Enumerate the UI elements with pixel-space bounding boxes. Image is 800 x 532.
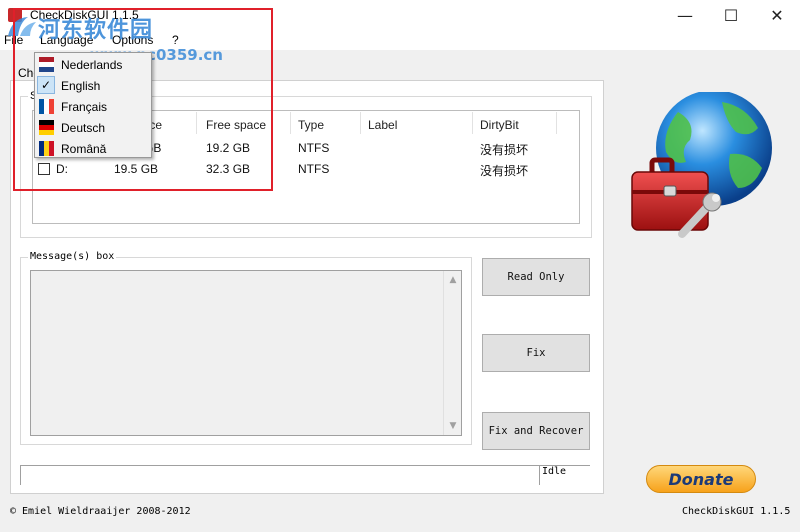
drive-dirtybit-cell: 没有损坏	[480, 143, 529, 157]
progress-bar	[20, 465, 540, 485]
column-header-type[interactable]: Type	[298, 118, 324, 132]
drive-dirtybit-cell: 没有损坏	[480, 164, 529, 178]
drive-type-cell: NTFS	[298, 162, 330, 176]
donate-button[interactable]: Donate	[646, 465, 756, 493]
fix-and-recover-button[interactable]: Fix and Recover	[482, 412, 590, 450]
scroll-down-icon[interactable]: ▼	[444, 421, 462, 431]
minimize-button[interactable]: —	[662, 0, 708, 30]
annotation-highlight-box	[13, 8, 273, 191]
maximize-button[interactable]: ☐	[708, 0, 754, 30]
drive-type-cell: NTFS	[298, 141, 330, 155]
status-text: Idle	[542, 466, 567, 477]
minimize-icon: —	[677, 5, 693, 25]
fix-button[interactable]: Fix	[482, 334, 590, 372]
column-separator	[556, 112, 557, 134]
maximize-icon: ☐	[723, 5, 739, 25]
version-text: CheckDiskGUI 1.1.5	[682, 506, 791, 517]
message-scrollbar[interactable]: ▲ ▼	[443, 271, 461, 435]
read-only-button[interactable]: Read Only	[482, 258, 590, 296]
column-separator	[290, 112, 291, 134]
scroll-up-icon[interactable]: ▲	[444, 275, 462, 285]
close-icon: ✕	[770, 5, 784, 25]
column-separator	[472, 112, 473, 134]
globe-toolbox-icon	[631, 92, 772, 238]
column-header-dirtybit[interactable]: DirtyBit	[480, 118, 519, 132]
close-button[interactable]: ✕	[754, 0, 800, 30]
message-box-label: Message(s) box	[28, 251, 117, 262]
column-separator	[360, 112, 361, 134]
column-header-label[interactable]: Label	[368, 118, 397, 132]
message-textarea[interactable]	[30, 270, 462, 436]
copyright-text: © Emiel Wieldraaijer 2008-2012	[10, 506, 191, 517]
